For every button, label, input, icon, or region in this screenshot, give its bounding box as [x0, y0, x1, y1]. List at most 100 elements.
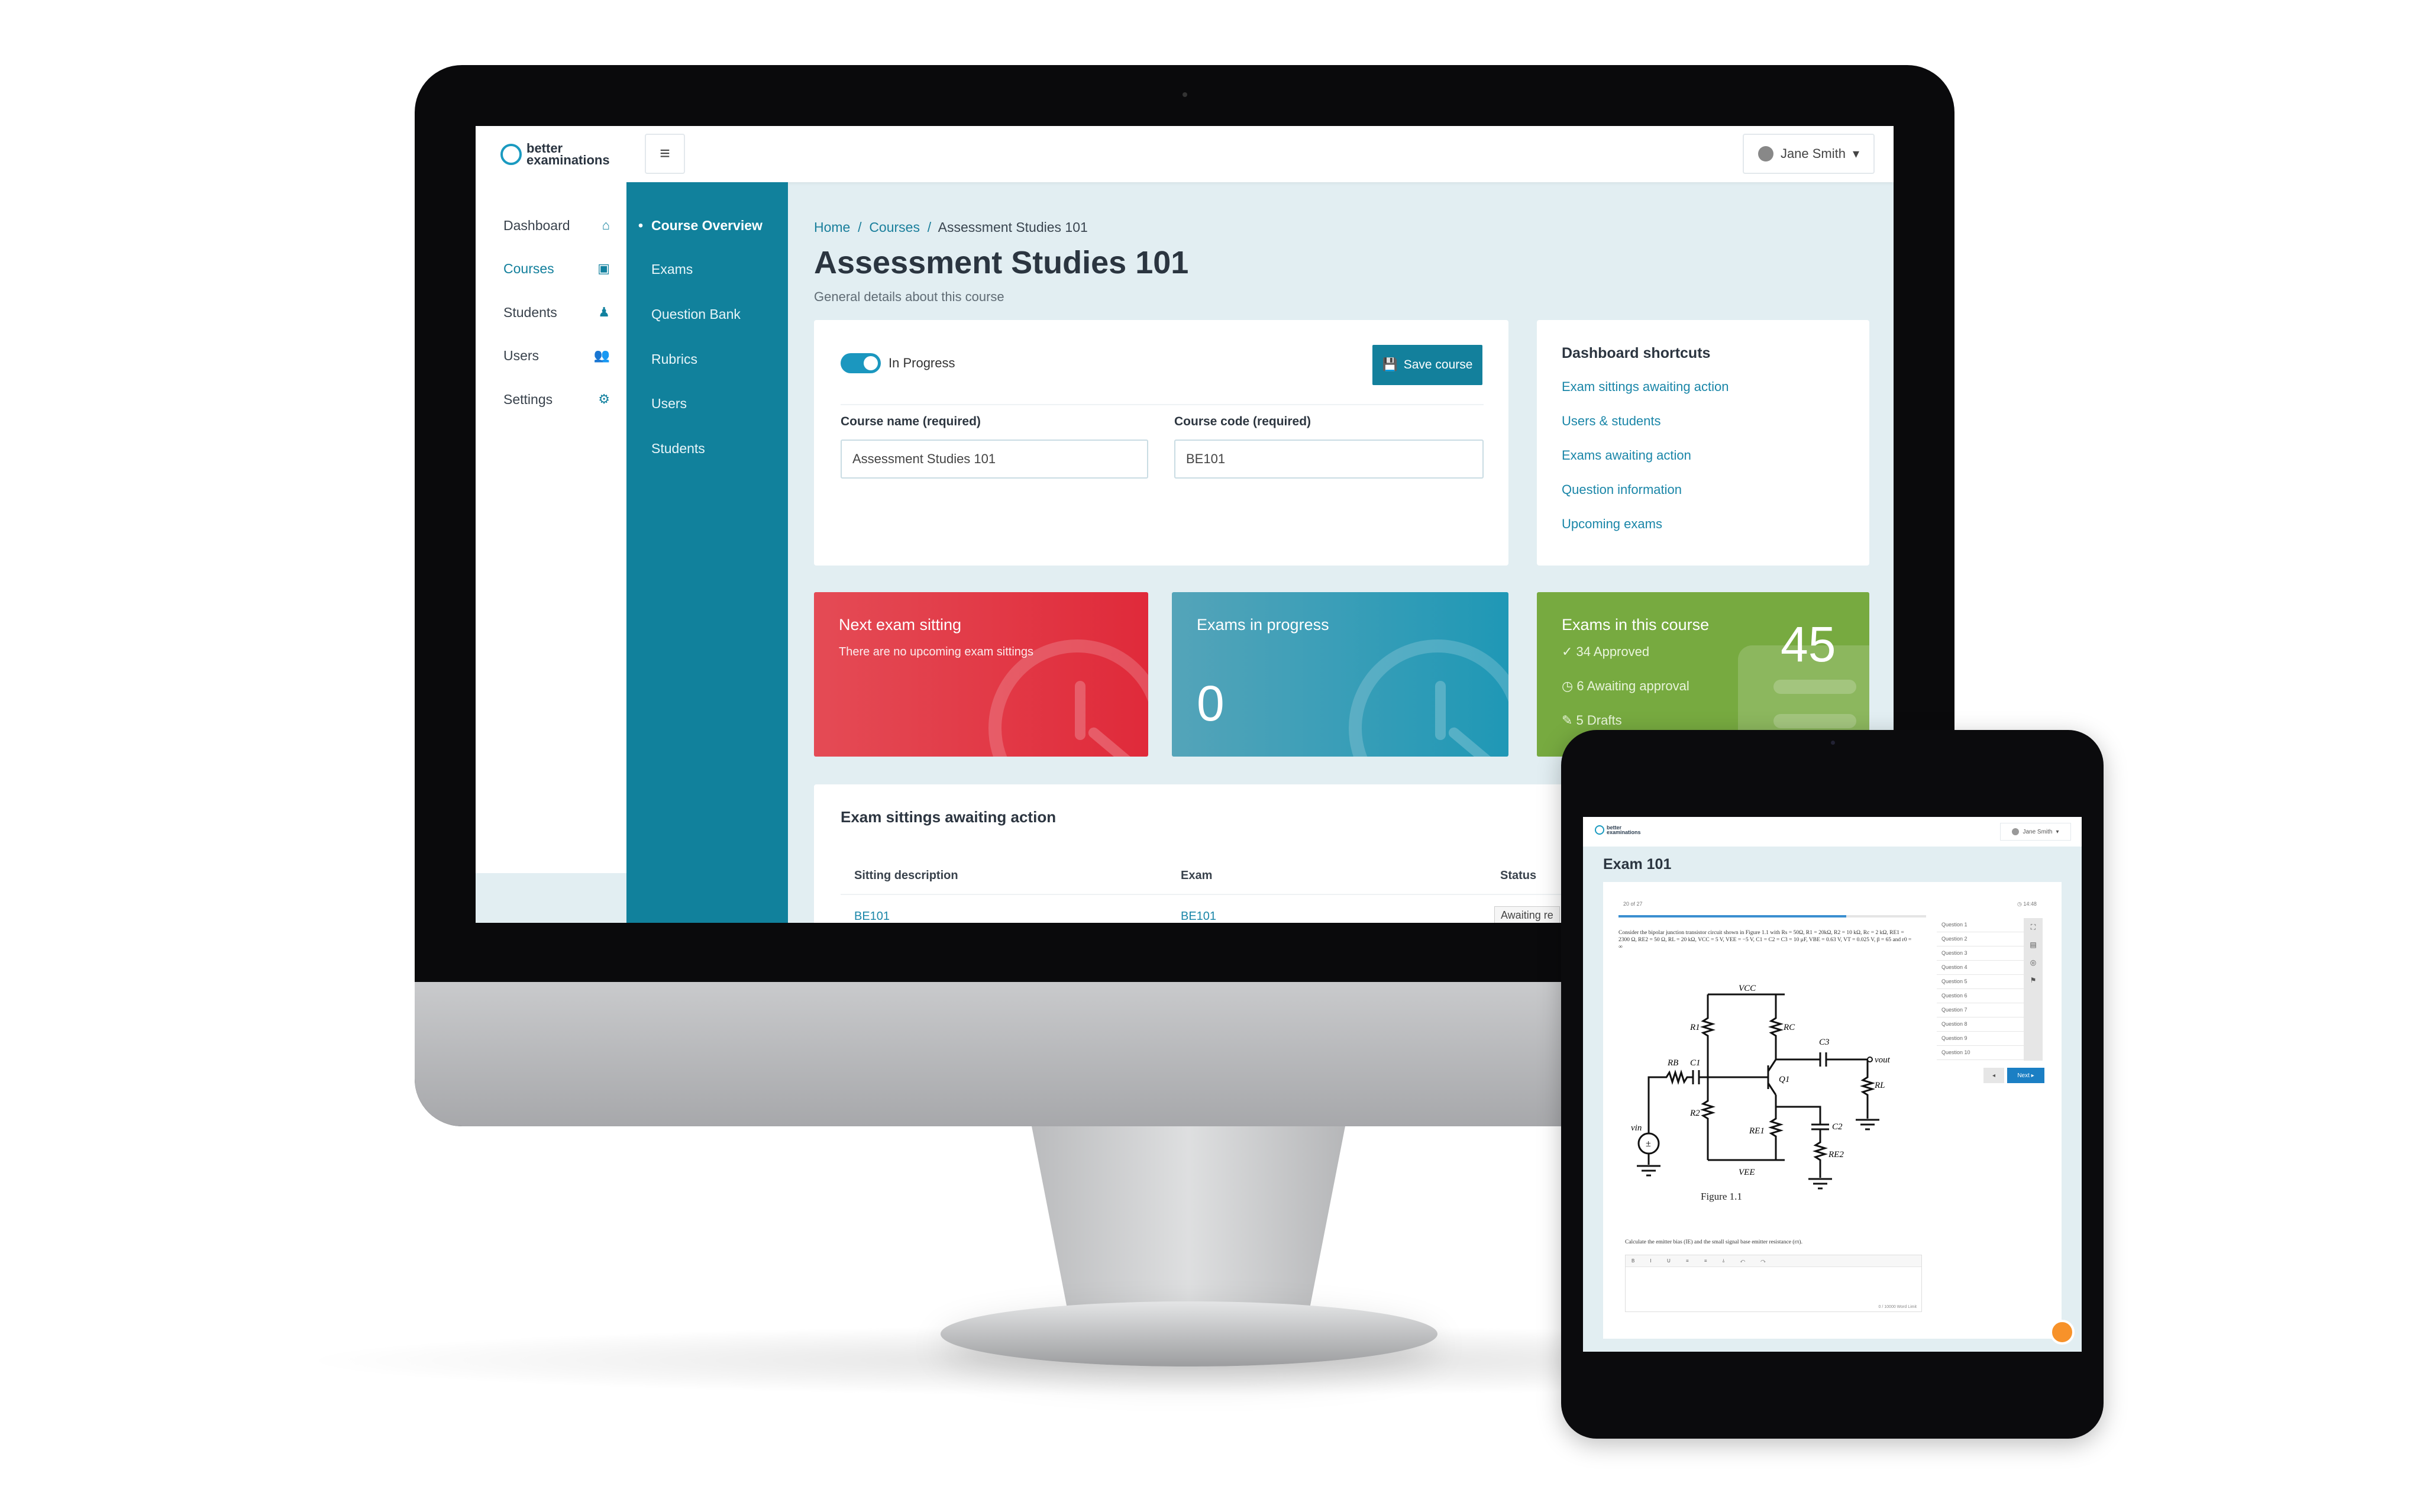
- sidebar-item-label: Students: [503, 305, 557, 320]
- course-details-card: In Progress 💾 Save course Course name (re…: [814, 320, 1508, 566]
- label-c1: C1: [1690, 1058, 1701, 1068]
- sidebar-item-courses[interactable]: Courses ▣: [503, 261, 610, 277]
- progress-bar: [1618, 915, 1926, 917]
- subnav-exams[interactable]: Exams: [651, 261, 693, 277]
- page-subtitle: General details about this course: [814, 289, 1004, 304]
- question-list-item[interactable]: Question 2: [1937, 932, 2024, 946]
- sidebar-item-dashboard[interactable]: Dashboard ⌂: [503, 218, 610, 234]
- book-icon: ▣: [597, 261, 610, 276]
- chevron-down-icon: ▾: [2056, 828, 2059, 835]
- table-cell-link[interactable]: BE101: [854, 910, 890, 923]
- label-re2: RE2: [1828, 1150, 1844, 1159]
- breadcrumb-current: Assessment Studies 101: [938, 219, 1088, 235]
- subnav-question-bank[interactable]: Question Bank: [651, 306, 741, 322]
- sidebar-item-users[interactable]: Users 👥: [503, 348, 610, 364]
- student-icon: ♟: [598, 305, 610, 319]
- logo[interactable]: better examinations: [1595, 825, 1641, 835]
- fullscreen-icon[interactable]: ⛶: [2024, 918, 2043, 936]
- breadcrumb-home[interactable]: Home: [814, 219, 850, 235]
- plus-minus-icon: ±: [1646, 1139, 1651, 1149]
- figure-caption: Figure 1.1: [1701, 1191, 1742, 1202]
- subnav-students[interactable]: Students: [651, 441, 705, 457]
- camera: [1183, 92, 1187, 97]
- question-list-item[interactable]: Question 10: [1937, 1046, 2024, 1060]
- shortcut-link[interactable]: Users & students: [1562, 413, 1661, 429]
- label-vout: vout: [1875, 1055, 1891, 1065]
- column-header[interactable]: Sitting description: [854, 869, 958, 883]
- status-toggle[interactable]: [841, 353, 881, 373]
- hamburger-icon: ≡: [660, 144, 670, 163]
- question-list-item[interactable]: Question 4: [1937, 961, 2024, 975]
- shortcut-link[interactable]: Upcoming exams: [1562, 516, 1662, 532]
- editor-toolbar[interactable]: B I U ≡ ≡ ⫰ ↶ ↷: [1626, 1255, 1921, 1267]
- label-vee: VEE: [1739, 1168, 1755, 1177]
- status-badge: Awaiting re: [1494, 906, 1560, 923]
- question-list-item[interactable]: Question 9: [1937, 1032, 2024, 1046]
- settings-icon[interactable]: ◎: [2024, 954, 2043, 971]
- shortcut-link[interactable]: Question information: [1562, 482, 1682, 497]
- progress-fill: [1618, 915, 1846, 917]
- logo[interactable]: better examinations: [500, 142, 610, 167]
- main-sidebar: Dashboard ⌂ Courses ▣ Students ♟ Users 👥 Set…: [476, 182, 626, 923]
- question-list-item[interactable]: Question 7: [1937, 1003, 2024, 1017]
- subnav-course-overview[interactable]: Course Overview: [638, 218, 763, 234]
- column-header[interactable]: Exam: [1181, 869, 1212, 883]
- exams-in-progress-card[interactable]: Exams in progress 0: [1172, 592, 1508, 757]
- course-code-input[interactable]: BE101: [1174, 440, 1484, 479]
- clock-icon: [1349, 639, 1508, 757]
- table-cell-link[interactable]: BE101: [1181, 910, 1216, 923]
- label-rb: RB: [1667, 1058, 1678, 1068]
- question-list-item[interactable]: Question 5: [1937, 975, 2024, 989]
- deco-bar: [1773, 680, 1856, 694]
- chevron-down-icon: ▾: [1853, 146, 1860, 161]
- subnav-users[interactable]: Users: [651, 396, 687, 412]
- tablet-header: better examinations Jane Smith ▾: [1583, 817, 2082, 847]
- exam-title: Exam 101: [1603, 856, 1672, 873]
- dashboard-shortcuts-card: Dashboard shortcuts Exam sittings awaiti…: [1537, 320, 1869, 566]
- next-button[interactable]: Next ▸: [2007, 1068, 2044, 1083]
- clock-icon: ◷: [1562, 679, 1577, 693]
- answer-editor[interactable]: B I U ≡ ≡ ⫰ ↶ ↷ 0 / 10000 Word Limit: [1625, 1255, 1922, 1312]
- sidebar-item-students[interactable]: Students ♟: [503, 305, 610, 321]
- label-rl: RL: [1874, 1081, 1885, 1090]
- page-title: Assessment Studies 101: [814, 245, 1189, 280]
- home-icon: ⌂: [602, 218, 610, 232]
- sidebar-item-label: Users: [503, 348, 539, 363]
- label-vin: vin: [1631, 1123, 1642, 1133]
- question-list-item[interactable]: Question 8: [1937, 1017, 2024, 1032]
- label-r2: R2: [1689, 1109, 1700, 1118]
- user-name: Jane Smith: [2023, 828, 2053, 835]
- user-name: Jane Smith: [1780, 146, 1846, 161]
- breadcrumb-courses[interactable]: Courses: [869, 219, 920, 235]
- shortcut-link[interactable]: Exam sittings awaiting action: [1562, 379, 1729, 395]
- column-header[interactable]: Status: [1500, 869, 1536, 883]
- tablet-screen: better examinations Jane Smith ▾ Exam 101 …: [1583, 817, 2082, 1352]
- status-toggle-label: In Progress: [889, 356, 955, 370]
- question-list-item[interactable]: Question 6: [1937, 989, 2024, 1003]
- divider: [841, 404, 1484, 405]
- stat-title: Exams in this course: [1562, 616, 1710, 634]
- flag-icon[interactable]: ⚑: [2024, 971, 2043, 989]
- course-name-input[interactable]: Assessment Studies 101: [841, 440, 1148, 479]
- user-menu-button[interactable]: Jane Smith ▾: [1743, 134, 1875, 174]
- shortcut-link[interactable]: Exams awaiting action: [1562, 448, 1691, 463]
- sidebar-item-label: Settings: [503, 392, 553, 407]
- sidebar-item-settings[interactable]: Settings ⚙: [503, 392, 610, 408]
- logo-text-bottom: examinations: [526, 153, 610, 167]
- prev-button[interactable]: ◂: [1983, 1068, 2004, 1083]
- logo-text-bottom: examinations: [1607, 829, 1641, 835]
- next-exam-sitting-card[interactable]: Next exam sitting There are no upcoming …: [814, 592, 1148, 757]
- question-prompt: Calculate the emitter bias (IE) and the …: [1625, 1239, 1802, 1245]
- question-list-item[interactable]: Question 3: [1937, 946, 2024, 961]
- user-menu-button[interactable]: Jane Smith ▾: [2000, 823, 2071, 841]
- question-list: Question 1 Question 2 Question 3 Question 4…: [1937, 918, 2024, 1060]
- save-course-button[interactable]: 💾 Save course: [1372, 345, 1482, 385]
- calculator-icon[interactable]: ▤: [2024, 936, 2043, 954]
- menu-toggle-button[interactable]: ≡: [645, 134, 685, 174]
- chat-icon[interactable]: [2050, 1320, 2075, 1345]
- label-rc: RC: [1783, 1023, 1795, 1032]
- question-list-item[interactable]: Question 1: [1937, 918, 2024, 932]
- subnav-rubrics[interactable]: Rubrics: [651, 351, 697, 367]
- progress-label: 20 of 27: [1623, 901, 1643, 907]
- sidebar-item-label: Dashboard: [503, 218, 570, 233]
